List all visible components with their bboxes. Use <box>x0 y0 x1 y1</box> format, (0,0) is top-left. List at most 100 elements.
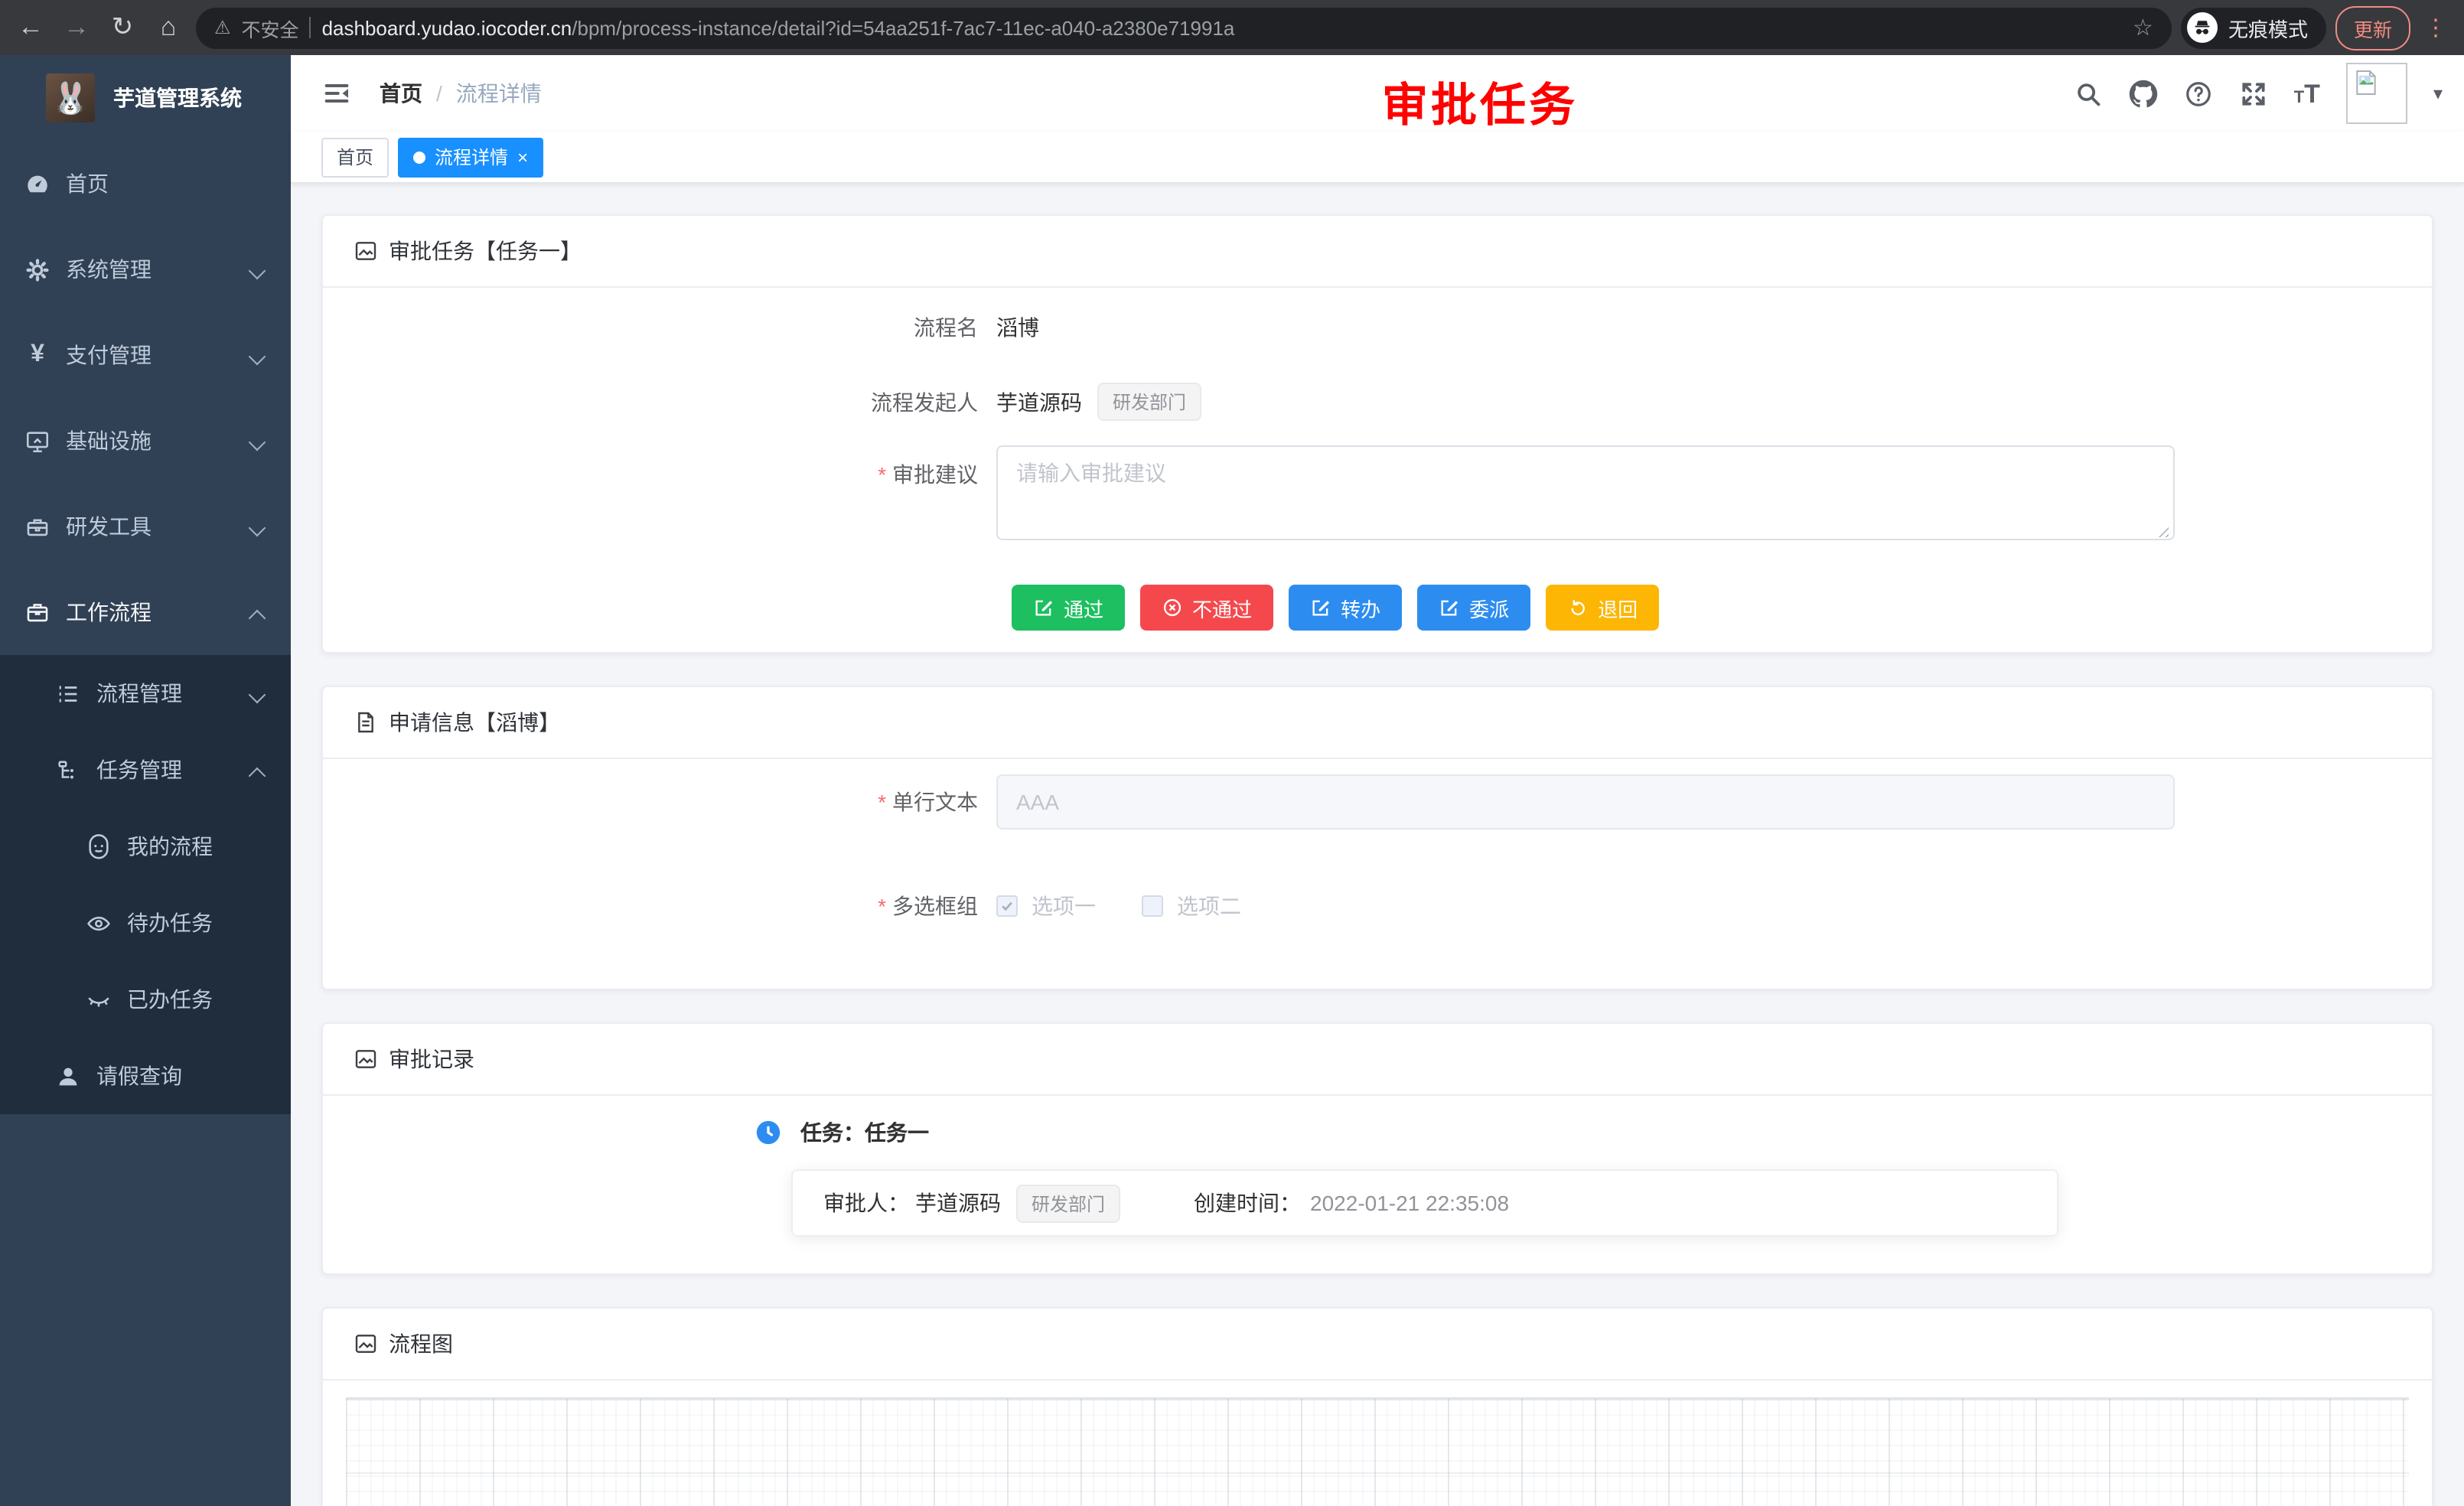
tag-close-icon[interactable]: × <box>517 148 528 166</box>
logo-avatar: 🐰 <box>46 73 95 122</box>
address-bar[interactable]: ⚠ 不安全 dashboard.yudao.iocoder.cn/bpm/pro… <box>196 7 2172 48</box>
caret-down-icon[interactable]: ▾ <box>2433 83 2443 104</box>
avatar[interactable] <box>2346 63 2407 124</box>
approval-task-card: 审批任务【任务一】 流程名 滔博 流程发起人 芋道源码 研发部门 <box>321 214 2433 654</box>
top-navbar: 首页 / 流程详情 审批任务 <box>291 55 2464 132</box>
undo-icon <box>1567 597 1589 618</box>
breadcrumb: 首页 / 流程详情 <box>380 78 542 109</box>
flow-chart-card-header: 流程图 <box>323 1309 2432 1380</box>
browser-toolbar: ← → ↻ ⌂ ⚠ 不安全 dashboard.yudao.iocoder.cn… <box>0 0 2464 55</box>
breadcrumb-current: 流程详情 <box>456 78 542 109</box>
dashboard-icon <box>24 171 51 197</box>
reject-button[interactable]: 不通过 <box>1140 585 1273 631</box>
sidebar-item-done-tasks[interactable]: 已办任务 <box>0 961 291 1038</box>
opinion-row: *审批建议 <box>354 445 2401 548</box>
single-text-row: *单行文本 <box>354 774 2401 830</box>
opinion-textarea[interactable] <box>996 445 2175 540</box>
circle-close-icon <box>1162 597 1183 618</box>
checkbox-group-label: *多选框组 <box>354 891 996 921</box>
browser-forward-button[interactable]: → <box>58 9 95 46</box>
browser-reload-button[interactable]: ↻ <box>104 9 141 46</box>
incognito-icon <box>2187 12 2218 43</box>
sidebar-collapse-icon[interactable] <box>321 78 352 109</box>
flow-tree-icon <box>55 757 81 783</box>
required-mark: * <box>878 462 886 487</box>
sidebar-item-system[interactable]: 系统管理 <box>0 227 291 312</box>
approver-label: 审批人： <box>823 1188 909 1218</box>
dept-tag: 研发部门 <box>1097 383 1201 421</box>
sidebar-item-devtools[interactable]: 研发工具 <box>0 484 291 569</box>
sidebar-item-task-mgmt[interactable]: 任务管理 <box>0 732 291 808</box>
briefcase-icon <box>24 599 51 625</box>
timeline-item: 任务：任务一 <box>755 1117 2401 1148</box>
create-time-value: 2022-01-21 22:35:08 <box>1310 1191 1509 1215</box>
app-title: 芋道管理系统 <box>113 83 242 113</box>
single-text-label: *单行文本 <box>354 787 996 817</box>
process-name-value: 滔博 <box>996 312 1039 343</box>
initiator-row: 流程发起人 芋道源码 研发部门 <box>354 383 2401 421</box>
checkbox-unchecked-icon <box>1142 895 1163 917</box>
screen: ← → ↻ ⌂ ⚠ 不安全 dashboard.yudao.iocoder.cn… <box>0 0 2464 1506</box>
delegate-button[interactable]: 委派 <box>1417 585 1530 631</box>
apply-info-card-header: 申请信息【滔博】 <box>323 687 2432 759</box>
approve-button[interactable]: 通过 <box>1012 585 1125 631</box>
sidebar-item-workflow[interactable]: 工作流程 <box>0 569 291 655</box>
chevron-down-icon <box>251 347 266 363</box>
sidebar-item-todo-tasks[interactable]: 待办任务 <box>0 885 291 961</box>
task-title: 任务：任务一 <box>800 1117 929 1148</box>
opinion-textarea-wrap <box>996 445 2175 548</box>
app-shell: 🐰 芋道管理系统 首页 系统管理 ¥ <box>0 55 2464 1506</box>
edit-icon <box>1033 597 1054 618</box>
sidebar-item-home[interactable]: 首页 <box>0 141 291 227</box>
approval-record-card-body: 任务：任务一 审批人： 芋道源码 研发部门 创建时间： 2022-01-21 2… <box>323 1096 2432 1273</box>
url-divider <box>310 17 311 38</box>
face-icon <box>86 833 112 859</box>
toolbox-icon <box>24 513 51 539</box>
approval-record-card: 审批记录 任务：任务一 审批人： 芋道源码 研发部门 <box>321 1022 2433 1275</box>
approval-record-card-header: 审批记录 <box>323 1024 2432 1096</box>
breadcrumb-home[interactable]: 首页 <box>380 78 422 109</box>
navbar-actions: TT ▾ <box>2074 63 2443 124</box>
browser-home-button[interactable]: ⌂ <box>150 9 187 46</box>
bookmark-star-icon[interactable]: ☆ <box>2133 14 2153 41</box>
help-icon[interactable] <box>2184 79 2213 108</box>
sidebar-item-process-mgmt[interactable]: 流程管理 <box>0 655 291 732</box>
sidebar-item-leave-query[interactable]: 请假查询 <box>0 1038 291 1114</box>
card-title: 审批记录 <box>389 1044 474 1074</box>
chevron-up-icon <box>251 762 266 777</box>
transfer-button[interactable]: 转办 <box>1289 585 1402 631</box>
active-tag-dot <box>413 151 425 163</box>
tag-home[interactable]: 首页 <box>321 137 389 177</box>
breadcrumb-separator: / <box>436 81 442 106</box>
search-icon[interactable] <box>2074 79 2103 108</box>
browser-update-button[interactable]: 更新 <box>2335 5 2410 50</box>
sidebar-item-infra[interactable]: 基础设施 <box>0 398 291 484</box>
browser-back-button[interactable]: ← <box>12 9 49 46</box>
tag-process-detail[interactable]: 流程详情 × <box>398 137 543 177</box>
single-text-input <box>996 774 2175 830</box>
chevron-down-icon <box>251 433 266 448</box>
fullscreen-icon[interactable] <box>2239 79 2268 108</box>
apply-info-card: 申请信息【滔博】 *单行文本 *多选框组 <box>321 686 2433 990</box>
sidebar-menu: 首页 系统管理 ¥ 支付管理 <box>0 141 291 1114</box>
record-detail-card: 审批人： 芋道源码 研发部门 创建时间： 2022-01-21 22:35:08 <box>791 1169 2058 1237</box>
sidebar-item-my-process[interactable]: 我的流程 <box>0 808 291 885</box>
document-icon <box>354 710 378 735</box>
chevron-down-icon <box>251 519 266 534</box>
security-warning-icon[interactable]: ⚠ <box>214 17 231 38</box>
font-size-icon[interactable]: TT <box>2294 80 2320 106</box>
security-label[interactable]: 不安全 <box>242 13 299 42</box>
create-time-label: 创建时间： <box>1194 1188 1301 1218</box>
app-logo[interactable]: 🐰 芋道管理系统 <box>0 55 291 141</box>
dept-tag: 研发部门 <box>1016 1184 1120 1222</box>
return-button[interactable]: 退回 <box>1546 585 1659 631</box>
github-icon[interactable] <box>2129 79 2158 108</box>
page-url[interactable]: dashboard.yudao.iocoder.cn/bpm/process-i… <box>322 16 1235 39</box>
chevron-down-icon <box>251 262 266 277</box>
browser-menu-icon[interactable]: ⋮ <box>2420 14 2452 41</box>
bpmn-canvas[interactable] <box>346 1397 2409 1506</box>
approval-task-card-header: 审批任务【任务一】 <box>323 216 2432 288</box>
flow-chart-body <box>323 1380 2432 1506</box>
sidebar-item-payment[interactable]: ¥ 支付管理 <box>0 312 291 398</box>
flow-chart-card: 流程图 <box>321 1307 2433 1506</box>
